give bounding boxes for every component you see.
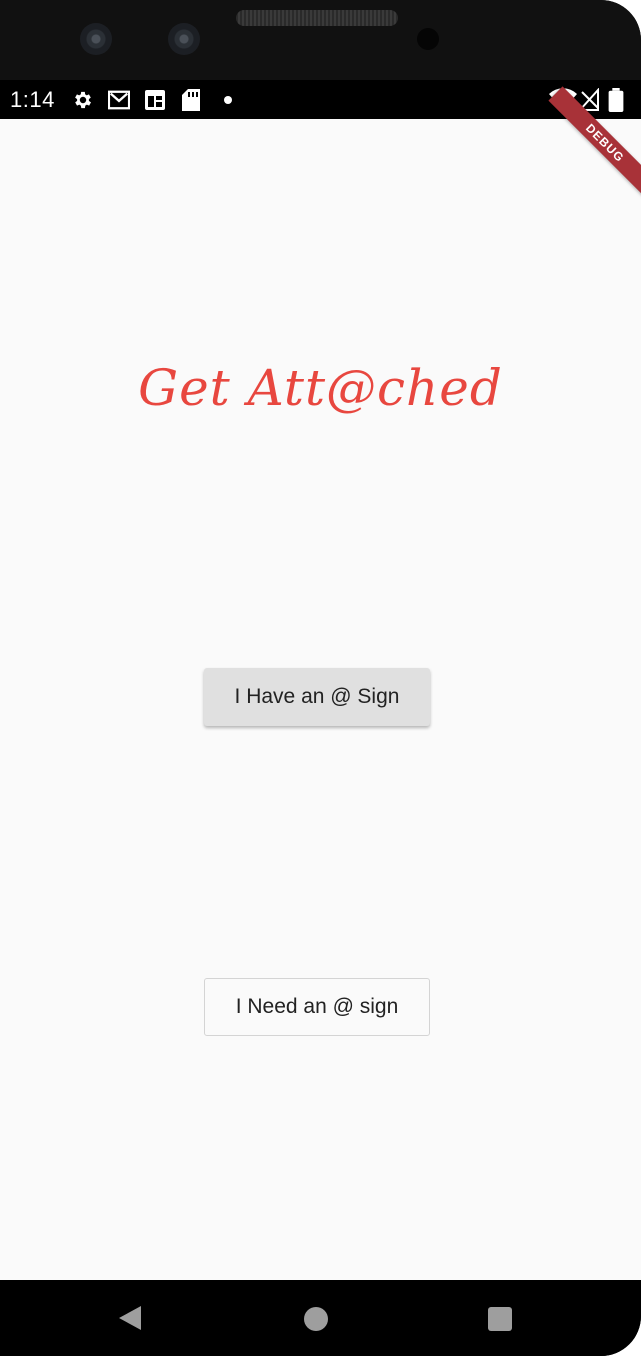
recents-icon[interactable] — [488, 1307, 512, 1331]
status-time: 1:14 — [10, 87, 55, 112]
calendar-icon — [144, 89, 166, 111]
gear-icon — [72, 89, 94, 111]
home-icon[interactable] — [304, 1307, 328, 1331]
phone-frame: 1:14 DEBUG Get Att@ched I Have an @ Sign… — [0, 0, 641, 1356]
app-screen: DEBUG Get Att@ched I Have an @ Sign I Ne… — [0, 86, 641, 1280]
need-at-sign-button[interactable]: I Need an @ sign — [204, 978, 430, 1036]
front-camera-left — [80, 23, 112, 55]
need-at-sign-button-label: I Need an @ sign — [235, 995, 399, 1018]
status-bar: 1:14 — [0, 80, 641, 119]
dot-icon — [217, 89, 239, 111]
back-icon[interactable] — [119, 1306, 141, 1330]
front-camera-right — [168, 23, 200, 55]
app-title: Get Att@ched — [138, 359, 503, 417]
navigation-bar — [0, 1280, 641, 1356]
gmail-icon — [108, 89, 130, 111]
sd-card-icon — [180, 89, 202, 111]
top-bezel — [0, 0, 641, 80]
earpiece-speaker — [236, 10, 398, 26]
proximity-sensor — [417, 28, 439, 50]
battery-icon — [608, 88, 624, 112]
have-at-sign-button[interactable]: I Have an @ Sign — [204, 668, 430, 726]
have-at-sign-button-label: I Have an @ Sign — [234, 685, 400, 708]
